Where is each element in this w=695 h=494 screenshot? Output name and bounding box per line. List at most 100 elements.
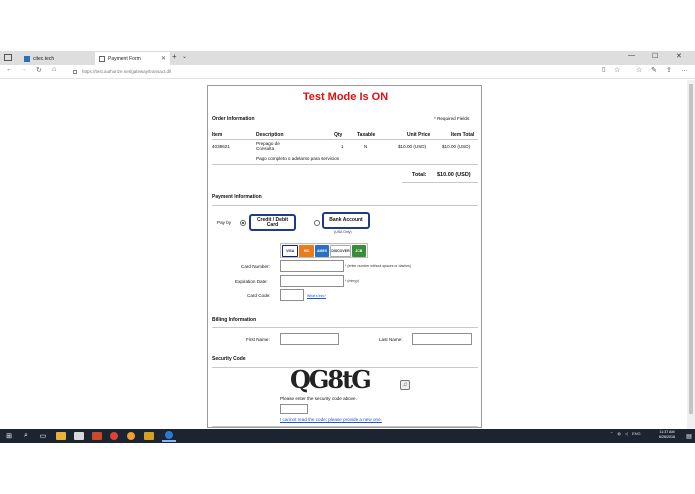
forward-icon[interactable]: → [20,66,27,73]
share-icon[interactable]: ⇪ [666,66,672,74]
chrome-icon[interactable] [108,430,120,442]
security-prompt: Please enter the security code above. [280,396,357,401]
tab-citec[interactable]: citec.tech [20,52,94,65]
order-info-heading: Order Information [212,116,255,122]
close-window-icon[interactable]: ✕ [676,52,682,60]
visa-logo: VISA [282,245,299,257]
start-windows-icon[interactable]: ⊞ [3,430,15,442]
citec-favicon-icon [24,55,30,62]
row-note: Pago completo o adelanto para servicios [256,156,339,161]
back-icon[interactable]: ← [6,66,13,73]
required-fields-note: * Required Fields [434,116,470,121]
col-description: Description [256,132,284,138]
row-item: 4038621 [212,144,230,149]
language-indicator[interactable]: ENG [632,431,641,436]
first-name-input[interactable] [280,333,339,345]
card-code-input[interactable] [280,289,304,301]
tab-list-chevron-icon[interactable]: ⌄ [182,53,187,60]
network-icon[interactable]: ◍ [617,431,621,436]
tab-citec-label: citec.tech [33,55,55,62]
url-field[interactable]: https://test.authorize.net/gateway/trans… [73,67,603,76]
card-code-label: Card Code: [247,293,271,298]
expiration-date-hint: * (mmyy) [345,279,359,283]
search-icon[interactable]: ⌕ [20,430,32,442]
task-view-icon[interactable]: ▭ [37,430,49,442]
mastercard-logo: MC [299,245,314,257]
home-icon[interactable]: ⌂ [52,66,56,73]
credit-card-radio[interactable] [240,220,246,226]
last-name-input[interactable] [412,333,472,345]
captcha-image: QG8tG [290,365,372,394]
tab-payment-form[interactable]: Payment Form ✕ [95,52,170,65]
payment-form: Test Mode Is ON Order Information * Requ… [207,85,482,428]
minimize-icon[interactable]: — [628,52,635,59]
row-taxable: N [364,144,368,149]
row-qty: 1 [341,144,344,149]
col-item: Item [212,132,223,138]
expiration-date-input[interactable] [280,275,344,287]
whats-this-link[interactable]: What's this? [307,294,326,298]
tab-payment-form-label: Payment Form [108,55,141,62]
card-number-label: Card Number: [241,264,270,269]
captcha-audio-icon[interactable]: ♫ [400,380,410,390]
edge-browser-icon[interactable] [162,430,176,442]
credit-debit-card-button[interactable]: Credit / Debit Card [249,214,296,231]
col-item-total: Item Total [451,132,475,138]
jcb-logo: JCB [351,245,367,257]
bank-account-radio[interactable] [314,220,320,226]
email-app-icon[interactable] [73,430,85,442]
tab-manager-icon[interactable] [4,54,12,61]
system-tray: ⌃ ◍ ◁ ENG [610,431,641,436]
bottom-rule [212,426,478,427]
amex-logo: AMEX [314,245,330,257]
lock-icon [73,69,77,74]
more-menu-icon[interactable]: … [681,66,688,73]
bank-account-button[interactable]: Bank Account [322,212,370,229]
new-code-link[interactable]: I cannot read the code; please provide a… [280,417,382,422]
table-header-rule [212,139,478,140]
row-description: Prepago de Consulta [256,141,280,151]
url-text: https://test.authorize.net/gateway/trans… [82,69,172,74]
tray-chevron-icon[interactable]: ⌃ [610,431,613,436]
system-clock[interactable]: 11:37 AM 6/26/2018 [652,430,682,440]
col-taxable: Taxable [357,132,376,138]
usa-only-note: (USA Only) [334,230,352,234]
maximize-icon[interactable]: ☐ [652,52,658,60]
taskbar [0,429,695,443]
first-name-label: First Name: [246,337,270,342]
new-tab-icon[interactable]: + [172,52,177,61]
total-value: $10.00 (USD) [437,172,471,178]
notifications-icon[interactable]: ▤ [684,430,694,442]
notes-pen-icon[interactable]: ✎ [651,66,657,74]
reading-view-icon[interactable]: ▯ [602,66,605,73]
app-yellow-icon[interactable] [143,430,155,442]
favorites-hub-icon[interactable]: ☆ [636,66,642,74]
accepted-cards-logos: VISA MC AMEX DISCOVER JCB [280,243,368,258]
page-scrollbar[interactable] [687,80,695,429]
page-favicon-icon [99,55,105,62]
powerpoint-icon[interactable] [91,430,103,442]
file-explorer-icon[interactable] [55,430,67,442]
screen: citec.tech Payment Form ✕ + ⌄ — ☐ ✕ ← → … [0,0,695,494]
clock-date: 6/26/2018 [659,435,675,439]
security-code-input[interactable] [280,404,308,414]
expiration-date-label: Expiration Date: [235,279,268,284]
total-label: Total: [412,172,427,178]
billing-rule [212,327,478,328]
payment-rule [212,205,478,206]
row-unit-price: $10.00 (USD) [398,144,427,149]
billing-info-heading: Billing Information [212,317,257,323]
col-qty: Qty [334,132,343,138]
security-code-heading: Security Code [212,356,246,362]
app-icon[interactable] [125,430,137,442]
col-unit-price: Unit Price [407,132,431,138]
total-rule [402,182,478,183]
card-number-input[interactable] [280,260,344,272]
close-tab-icon[interactable]: ✕ [161,55,166,62]
pay-by-label: Pay by [217,220,232,225]
scrollbar-thumb[interactable] [689,84,693,414]
card-number-hint: * (enter number without spaces or dashes… [345,264,411,268]
refresh-icon[interactable]: ↻ [36,66,42,74]
favorite-star-icon[interactable]: ☆ [614,66,620,74]
volume-icon[interactable]: ◁ [625,431,628,436]
